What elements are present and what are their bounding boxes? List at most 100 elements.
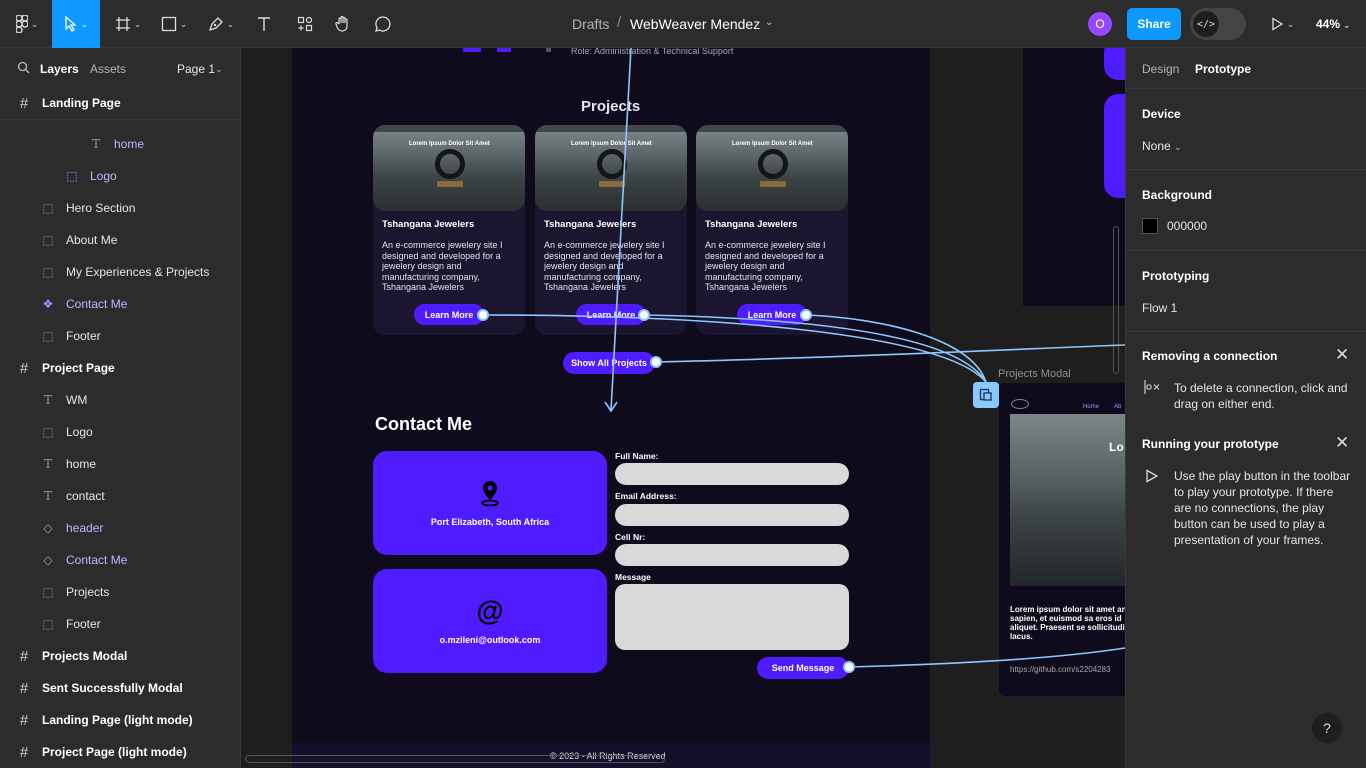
breadcrumb-drafts[interactable]: Drafts: [572, 16, 609, 32]
code-icon: </>: [1193, 11, 1219, 37]
divider: [0, 119, 240, 120]
chevron-down-icon[interactable]: ⌄: [215, 64, 223, 75]
background-color-value[interactable]: 000000: [1167, 219, 1207, 233]
layer-contact-me-instance[interactable]: ◇ Contact Me: [0, 544, 240, 576]
layer-footer[interactable]: ⬚ Footer: [0, 320, 240, 352]
prototyping-header: Prototyping: [1142, 269, 1210, 283]
tip-running-prototype-body: Use the play button in the toolbar to pl…: [1174, 469, 1351, 547]
layer-logo-2[interactable]: ⬚ Logo: [0, 416, 240, 448]
prototype-connections[interactable]: [241, 48, 1125, 768]
layer-wm[interactable]: T WM: [0, 384, 240, 416]
overlay-connection-icon[interactable]: [973, 382, 999, 408]
instance-icon: ◇: [43, 553, 53, 567]
layer-home[interactable]: Thome: [0, 128, 240, 160]
chevron-down-icon: ⌄: [133, 18, 142, 29]
group-icon: ⬚: [42, 585, 54, 599]
group-icon: ⬚: [42, 233, 54, 247]
frame-icon: [115, 17, 130, 31]
share-button[interactable]: Share: [1127, 8, 1181, 40]
layer-logo[interactable]: ⬚ Logo: [0, 160, 240, 192]
zoom-menu[interactable]: 44% ⌄: [1316, 17, 1351, 31]
chevron-down-icon[interactable]: ⌄: [765, 17, 773, 28]
background-header: Background: [1142, 188, 1213, 202]
zoom-level: 44%: [1316, 17, 1341, 31]
layer-projects-modal[interactable]: # Projects Modal: [0, 640, 240, 672]
layer-header-instance[interactable]: ◇ header: [0, 512, 240, 544]
layer-hero-section[interactable]: ⬚ Hero Section: [0, 192, 240, 224]
layer-project-page[interactable]: # Project Page: [0, 352, 240, 384]
tip-removing-connection-title: Removing a connection: [1142, 349, 1278, 363]
prototyping-section: Prototyping Flow 1: [1126, 250, 1366, 331]
page-selector[interactable]: Page 1: [177, 62, 215, 76]
group-icon: ⬚: [42, 425, 54, 439]
layer-home-2[interactable]: Thome: [0, 448, 240, 480]
file-name[interactable]: WebWeaver Mendez: [630, 16, 760, 32]
dev-mode-toggle[interactable]: </>: [1190, 8, 1246, 40]
frame-icon: #: [19, 679, 29, 697]
disconnect-icon: [1144, 380, 1160, 394]
close-icon[interactable]: ✕: [1335, 345, 1349, 365]
left-panel-tabs: Layers Assets Page 1 ⌄: [0, 48, 240, 88]
avatar[interactable]: O: [1088, 12, 1112, 36]
resources-icon: [297, 16, 313, 32]
chevron-down-icon: ⌄: [1174, 142, 1182, 152]
device-header: Device: [1142, 107, 1181, 121]
toolbar: ⌄ ⌄ ⌄ ⌄ ⌄ Drafts / WebWeaver Mendez ⌄ O …: [0, 0, 1366, 48]
chevron-down-icon: ⌄: [1343, 20, 1351, 30]
tab-design[interactable]: Design: [1142, 62, 1179, 76]
group-icon: ⬚: [42, 201, 54, 215]
properties-panel: Design Prototype Device None ⌄ Backgroun…: [1125, 48, 1366, 768]
rectangle-icon: [161, 16, 176, 32]
layer-contact[interactable]: Tcontact: [0, 480, 240, 512]
shape-tool-button[interactable]: ⌄: [156, 0, 192, 48]
hand-tool-button[interactable]: [328, 0, 358, 48]
frame-tool-button[interactable]: ⌄: [110, 0, 146, 48]
tab-prototype[interactable]: Prototype: [1195, 62, 1251, 76]
frame-icon: #: [19, 711, 29, 729]
background-color-swatch[interactable]: [1142, 218, 1158, 234]
help-button[interactable]: ?: [1312, 713, 1342, 743]
layer-contact-me-component[interactable]: ❖ Contact Me: [0, 288, 240, 320]
layer-landing-page-light[interactable]: # Landing Page (light mode): [0, 704, 240, 736]
layer-experiences-projects[interactable]: ⬚ My Experiences & Projects: [0, 256, 240, 288]
background-section: Background: [1126, 169, 1366, 250]
layer-footer-2[interactable]: ⬚ Footer: [0, 608, 240, 640]
chevron-down-icon: ⌄: [179, 18, 188, 29]
text-tool-button[interactable]: [250, 0, 278, 48]
layer-sent-successfully-modal[interactable]: # Sent Successfully Modal: [0, 672, 240, 704]
layers-panel: Layers Assets Page 1 ⌄ # Landing Page Tho…: [0, 48, 241, 768]
layer-landing-page[interactable]: # Landing Page: [0, 87, 240, 119]
canvas[interactable]: Role: Administration & Technical Support…: [241, 48, 1125, 768]
play-icon: [1146, 469, 1159, 483]
move-tool-button[interactable]: ⌄: [52, 0, 100, 48]
tab-assets[interactable]: Assets: [90, 62, 126, 76]
comment-tool-button[interactable]: [368, 0, 398, 48]
flow-item[interactable]: Flow 1: [1142, 301, 1177, 315]
layer-about-me[interactable]: ⬚ About Me: [0, 224, 240, 256]
text-icon: T: [43, 457, 52, 471]
close-icon[interactable]: ✕: [1335, 433, 1349, 453]
tip-removing-connection-body: To delete a connection, click and drag o…: [1174, 381, 1348, 411]
main-menu-button[interactable]: ⌄: [8, 0, 46, 48]
search-icon[interactable]: [17, 61, 30, 74]
device-select[interactable]: None ⌄: [1142, 139, 1182, 153]
layer-project-page-light[interactable]: # Project Page (light mode): [0, 736, 240, 768]
instance-icon: ◇: [43, 521, 53, 535]
chevron-down-icon: ⌄: [226, 18, 235, 29]
breadcrumb-separator: /: [617, 14, 622, 31]
layer-projects[interactable]: ⬚ Projects: [0, 576, 240, 608]
frame-icon: #: [19, 647, 29, 665]
figma-logo-icon: [15, 15, 28, 33]
group-icon: ⬚: [42, 617, 54, 631]
chevron-down-icon: ⌄: [1286, 18, 1295, 29]
text-icon: [258, 17, 270, 31]
component-icon: ❖: [42, 297, 54, 311]
tab-layers[interactable]: Layers: [40, 62, 79, 76]
chevron-down-icon: ⌄: [80, 18, 89, 29]
frame-icon: #: [19, 359, 29, 377]
pen-tool-button[interactable]: ⌄: [202, 0, 240, 48]
device-section: Device None ⌄: [1126, 88, 1366, 169]
hand-icon: [335, 15, 348, 32]
present-button[interactable]: ⌄: [1262, 0, 1302, 48]
resources-button[interactable]: [290, 0, 320, 48]
